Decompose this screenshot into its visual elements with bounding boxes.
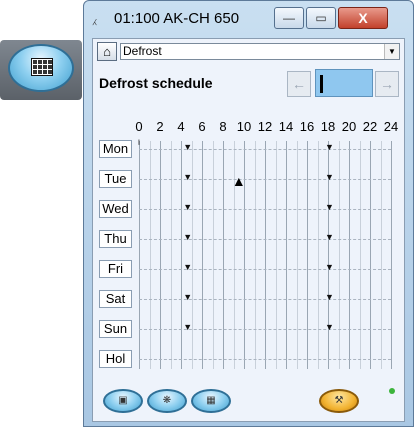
schedule-grid-icon[interactable]: ▦ [191,389,231,413]
bottom-bar: ▣ ❋ ▦ ⚒ [93,385,404,421]
grid-line [254,141,256,369]
day-row-line [139,239,391,240]
app-icon: ⁁ [93,10,97,25]
minimize-button[interactable]: — [274,7,304,29]
grid-line [317,141,319,369]
defrost-marker[interactable]: ▼ [183,323,192,332]
grid-line [380,141,382,369]
grid-line [212,141,214,369]
grid-line [265,141,266,369]
defrost-marker[interactable]: ▼ [183,143,192,152]
grid-line [338,141,340,369]
day-row-line [139,209,391,210]
defrost-marker[interactable]: ▼ [325,293,334,302]
grid-line [286,141,287,369]
grid-line [391,141,392,369]
schedule-grid-icon [31,58,53,76]
defrost-marker[interactable]: ▼ [183,233,192,242]
grid-line [275,141,277,369]
day-label-hol[interactable]: Hol [99,350,132,368]
grid-line [307,141,308,369]
maximize-button[interactable]: ▭ [306,7,336,29]
grid-line [149,141,151,369]
arrow-cursor-icon: ▲ [231,173,246,189]
grid-line [349,141,350,369]
day-row-line [139,299,391,300]
day-row-line [139,179,391,180]
defrost-marker[interactable]: ▼ [183,173,192,182]
defrost-marker[interactable]: ▼ [325,203,334,212]
day-label-wed[interactable]: Wed [99,200,132,218]
day-row-line [139,329,391,330]
fan-icon[interactable]: ❋ [147,389,187,413]
day-label-tue[interactable]: Tue [99,170,132,188]
day-label-thu[interactable]: Thu [99,230,132,248]
defrost-marker[interactable]: ▼ [183,293,192,302]
defrost-marker[interactable]: ▼ [325,263,334,272]
close-button[interactable]: X [338,7,388,29]
grid-line [370,141,371,369]
day-label-fri[interactable]: Fri [99,260,132,278]
status-indicator [389,388,395,394]
grid-line [170,141,172,369]
unit-icon[interactable]: ▣ [103,389,143,413]
day-row-line [139,149,391,150]
window-title: 01:100 AK-CH 650 [114,10,240,27]
grid-line [181,141,182,369]
day-start-marker: ╵ [136,140,142,150]
grid-line [160,141,161,369]
day-label-mon[interactable]: Mon [99,140,132,158]
schedule-launcher-button[interactable] [0,32,82,102]
day-label-sun[interactable]: Sun [99,320,132,338]
grid-line [296,141,298,369]
defrost-marker[interactable]: ▼ [325,323,334,332]
defrost-marker[interactable]: ▼ [183,263,192,272]
grid-line [139,141,140,369]
defrost-marker[interactable]: ▼ [183,203,192,212]
day-label-sat[interactable]: Sat [99,290,132,308]
grid-line [359,141,361,369]
client-area: ⌂ Defrost ▼ Defrost schedule ← → 0 2 4 6 8 10… [92,38,405,422]
grid-line [223,141,224,369]
defrost-marker[interactable]: ▼ [325,173,334,182]
title-bar[interactable]: ⁁ 01:100 AK-CH 650 — ▭ X [84,1,414,35]
wrench-icon[interactable]: ⚒ [319,389,359,413]
app-window: ⁁ 01:100 AK-CH 650 — ▭ X ⌂ Defrost ▼ Def… [83,0,414,427]
day-row-line [139,359,391,360]
defrost-marker[interactable]: ▼ [325,143,334,152]
schedule-grid[interactable]: Mon ▼ ▼ ╵ Tue ▼ ▼ ▲ Wed ▼ ▼ Thu ▼ ▼ Fri ▼ ▼ Sat ▼ ▼ Sun ▼ ▼ Hol [93,39,404,423]
grid-line [202,141,203,369]
defrost-marker[interactable]: ▼ [325,233,334,242]
day-row-line [139,269,391,270]
